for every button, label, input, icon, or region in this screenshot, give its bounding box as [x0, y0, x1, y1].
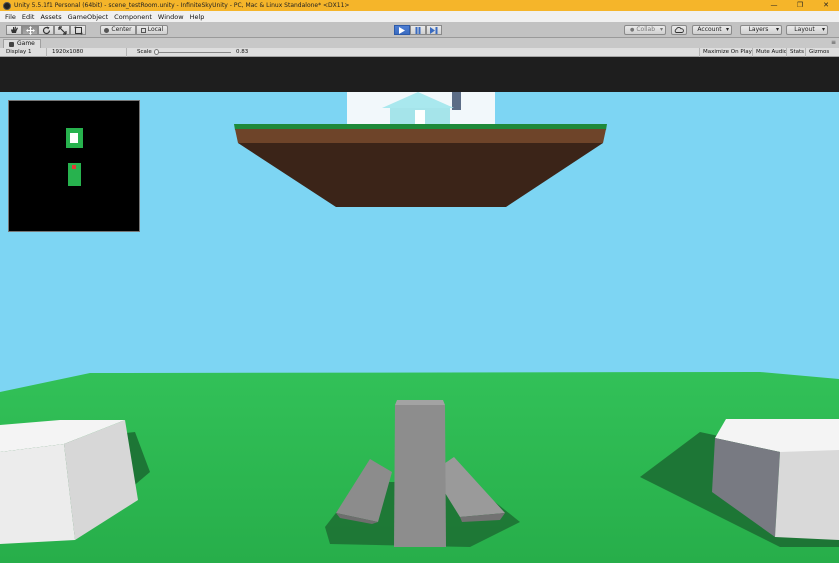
gizmos-dropdown[interactable]: Gizmos: [805, 48, 832, 57]
menu-file[interactable]: File: [5, 13, 16, 21]
cloud-button[interactable]: [671, 25, 687, 35]
minimap-drawing: [66, 128, 83, 186]
main-toolbar: Center Local ● Collab Account Layers: [0, 22, 839, 38]
account-label: Account: [697, 26, 722, 33]
tab-options-button[interactable]: ≡: [831, 39, 836, 46]
pivot-mode-toggle[interactable]: Center: [100, 25, 136, 35]
unity-logo-icon: [3, 1, 11, 10]
display-dropdown[interactable]: Display 1: [6, 49, 32, 56]
scale-label: Scale: [137, 49, 152, 55]
tab-strip: Game ≡: [0, 38, 839, 48]
hand-tool-icon: [10, 26, 18, 33]
layout-label: Layout: [794, 26, 815, 33]
move-tool-button[interactable]: [22, 25, 38, 35]
right-toolbar: ● Collab Account Layers Layout: [624, 25, 828, 35]
account-dropdown[interactable]: Account: [692, 25, 732, 35]
separator: [126, 48, 127, 57]
layout-dropdown[interactable]: Layout: [786, 25, 828, 35]
move-tool-icon: [25, 25, 35, 35]
menu-component[interactable]: Component: [114, 13, 152, 21]
pivot-rotation-label: Local: [147, 26, 164, 33]
rect-tool-icon: [74, 26, 82, 34]
mute-audio-toggle[interactable]: Mute Audio: [752, 48, 790, 57]
menu-help[interactable]: Help: [190, 13, 205, 21]
menu-window[interactable]: Window: [158, 13, 184, 21]
resolution-dropdown[interactable]: 1920x1080: [52, 49, 83, 56]
scale-tool-button[interactable]: [54, 25, 70, 35]
layers-dropdown[interactable]: Layers: [740, 25, 782, 35]
collab-icon: ●: [629, 27, 635, 33]
layers-label: Layers: [748, 26, 769, 33]
pause-icon: [415, 26, 421, 34]
island-house-door: [415, 110, 425, 124]
close-button[interactable]: ✕: [813, 0, 839, 11]
hand-tool-button[interactable]: [6, 25, 22, 35]
rotate-tool-icon: [42, 26, 50, 34]
minimap-house-marker: [70, 133, 78, 143]
pivot-icon: [104, 27, 110, 33]
handle-position-group: Center Local: [100, 25, 168, 35]
collab-dropdown[interactable]: ● Collab: [624, 25, 666, 35]
player-body: [394, 405, 446, 547]
play-icon: [399, 26, 405, 34]
menu-gameobject[interactable]: GameObject: [68, 13, 109, 21]
maximize-on-play-toggle[interactable]: Maximize On Play: [699, 48, 755, 57]
rect-tool-button[interactable]: [70, 25, 86, 35]
stats-toggle[interactable]: Stats: [786, 48, 807, 57]
menu-assets[interactable]: Assets: [40, 13, 61, 21]
play-button[interactable]: [394, 25, 410, 35]
pivot-mode-label: Center: [111, 26, 132, 33]
collab-label: Collab: [636, 26, 656, 33]
play-controls: [394, 25, 442, 35]
minimize-button[interactable]: —: [761, 0, 787, 11]
maximize-button[interactable]: ❐: [787, 0, 813, 11]
pivot-rotation-toggle[interactable]: Local: [136, 25, 168, 35]
game-view-toolbar: Display 1 1920x1080 Scale 0.83 Maximize …: [0, 48, 839, 57]
separator: [46, 48, 47, 57]
rotate-tool-button[interactable]: [38, 25, 54, 35]
step-button[interactable]: [426, 25, 442, 35]
scale-tool-icon: [57, 25, 67, 35]
scale-slider-track[interactable]: [157, 52, 231, 53]
local-icon: [140, 27, 146, 33]
minimap-player-marker: [72, 165, 76, 169]
step-icon: [430, 26, 438, 34]
island-house-pillar: [452, 92, 461, 110]
tab-game-label: Game: [17, 40, 35, 47]
cloud-icon: [674, 27, 684, 33]
window-title: Unity 5.5.1f1 Personal (64bit) - scene_t…: [14, 2, 350, 9]
island-dirt-face: [235, 129, 606, 143]
scale-value: 0.83: [236, 49, 249, 55]
tab-game[interactable]: Game: [3, 39, 41, 48]
game-view-letterbox: [0, 57, 839, 92]
game-view-icon: [9, 41, 14, 47]
transform-tools: [6, 25, 86, 35]
menu-bar: File Edit Assets GameObject Component Wi…: [0, 11, 839, 22]
minimap: [8, 100, 140, 232]
menu-edit[interactable]: Edit: [22, 13, 35, 21]
window-title-bar[interactable]: Unity 5.5.1f1 Personal (64bit) - scene_t…: [0, 0, 839, 11]
pause-button[interactable]: [410, 25, 426, 35]
scale-slider-handle[interactable]: [154, 49, 159, 55]
